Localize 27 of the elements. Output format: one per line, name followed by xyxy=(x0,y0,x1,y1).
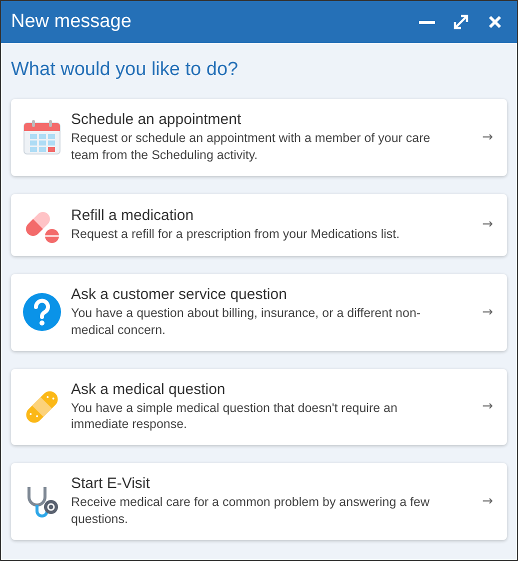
question-icon xyxy=(23,293,61,332)
option-description: Receive medical care for a common problem by answering a few questions. xyxy=(71,494,430,528)
arrow-glyph: → xyxy=(481,494,494,510)
option-card[interactable]: Refill a medication Request a refill for a prescription from your Medications list. → xyxy=(11,194,507,256)
prompt-heading: What would you like to do? xyxy=(11,59,240,81)
window-title: New message xyxy=(11,11,132,33)
minimize-icon xyxy=(419,20,435,24)
option-title: Ask a customer service question xyxy=(71,286,288,303)
calendar-icon xyxy=(23,118,61,156)
option-card[interactable]: Ask a medical question You have a simple medical question that doesn't require an immediate response. → xyxy=(11,368,507,446)
arrow-glyph: → xyxy=(481,304,494,320)
arrow-glyph: → xyxy=(481,399,494,414)
option-card[interactable]: Schedule an appointment Request or schedule an appointment with a member of your care team from the Scheduling activity. → xyxy=(11,99,507,176)
arrow-glyph: → xyxy=(481,217,494,232)
option-card[interactable]: Start E-Visit Receive medical care for a common problem by answering a few questions. → xyxy=(11,463,507,540)
option-description: You have a simple medical question that doesn't require an immediate response. xyxy=(71,400,398,434)
option-card[interactable]: Ask a customer service question You have a question about billing, insurance, or a different non-medical concern. → xyxy=(11,274,507,350)
option-title: Ask a medical question xyxy=(71,380,226,398)
option-description: Request or schedule an appointment with a member of your care team from the Scheduling activity. xyxy=(71,130,432,164)
close-icon xyxy=(487,14,503,30)
arrow-glyph: → xyxy=(481,130,494,145)
option-description: Request a refill for a prescription from your Medications list. xyxy=(71,226,401,243)
option-title: Schedule an appointment xyxy=(71,111,242,128)
expand-icon xyxy=(452,13,470,31)
option-title: Refill a medication xyxy=(71,206,195,224)
option-title: Start E-Visit xyxy=(71,475,151,492)
option-description: You have a question about billing, insurance, or a different non-medical concern. xyxy=(71,304,422,338)
